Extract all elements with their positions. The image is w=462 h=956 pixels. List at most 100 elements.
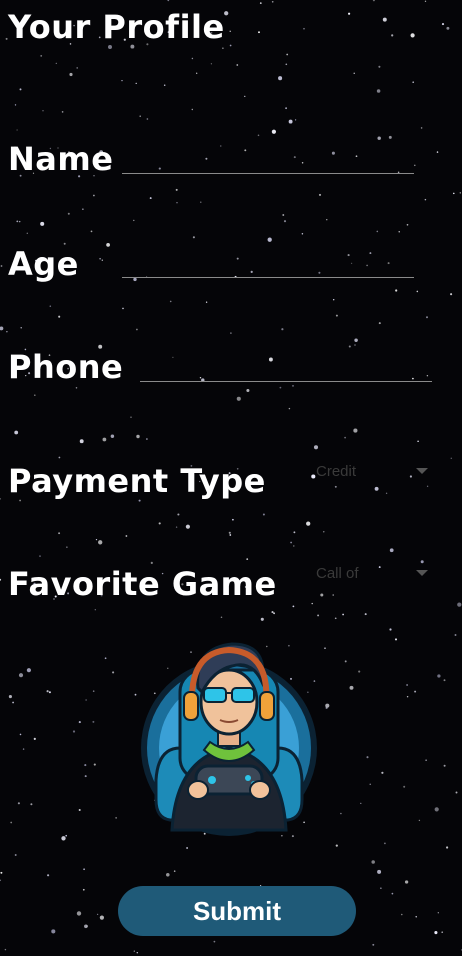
- star: [334, 617, 337, 620]
- star: [446, 846, 449, 849]
- star: [135, 328, 138, 331]
- star: [229, 30, 231, 32]
- star: [360, 802, 362, 805]
- star: [83, 868, 85, 871]
- submit-button[interactable]: Submit: [118, 886, 356, 936]
- star: [436, 151, 439, 153]
- star: [93, 194, 95, 197]
- star: [334, 485, 337, 488]
- favorite-game-selected: Call of: [316, 564, 359, 582]
- star: [228, 531, 231, 534]
- star: [391, 34, 394, 37]
- star: [437, 912, 439, 914]
- star: [20, 327, 22, 329]
- star: [412, 81, 415, 83]
- payment-type-selected: Credit: [316, 462, 357, 480]
- star: [406, 695, 409, 698]
- star: [47, 874, 50, 877]
- star: [420, 127, 423, 129]
- star: [200, 201, 202, 203]
- star: [437, 674, 441, 678]
- star: [415, 916, 417, 918]
- star: [42, 110, 44, 112]
- name-input[interactable]: [122, 150, 414, 174]
- star: [324, 647, 326, 649]
- star: [416, 290, 419, 293]
- star: [93, 763, 96, 766]
- star: [0, 498, 1, 500]
- star: [279, 386, 282, 389]
- age-input[interactable]: [122, 254, 414, 278]
- star: [288, 119, 293, 124]
- star: [222, 47, 224, 49]
- star: [121, 79, 123, 82]
- star: [293, 545, 295, 547]
- star: [230, 332, 232, 334]
- star: [16, 220, 19, 223]
- star: [246, 388, 250, 393]
- star: [342, 613, 344, 616]
- star: [14, 430, 19, 435]
- star: [175, 188, 178, 191]
- star: [95, 538, 98, 541]
- phone-input[interactable]: [140, 358, 432, 382]
- star: [49, 305, 52, 307]
- star: [414, 690, 417, 693]
- star: [166, 873, 170, 877]
- star: [424, 198, 427, 201]
- star: [340, 812, 342, 815]
- star: [455, 791, 458, 794]
- name-label: Name: [8, 140, 114, 178]
- star: [0, 578, 2, 581]
- star: [384, 842, 386, 845]
- star: [372, 943, 375, 946]
- star: [349, 685, 354, 690]
- star: [133, 277, 137, 282]
- star: [0, 265, 3, 267]
- star: [450, 293, 453, 296]
- star: [317, 614, 320, 617]
- star: [82, 888, 85, 891]
- star: [177, 513, 180, 516]
- star: [244, 95, 246, 98]
- star: [191, 57, 194, 60]
- star: [441, 23, 445, 26]
- star: [311, 602, 313, 605]
- star: [443, 679, 446, 682]
- star: [176, 202, 178, 204]
- star: [66, 546, 68, 548]
- star: [358, 670, 361, 673]
- star: [403, 785, 406, 788]
- star: [434, 931, 438, 935]
- star: [84, 775, 87, 778]
- star: [385, 492, 388, 494]
- star: [78, 721, 81, 724]
- star: [425, 759, 427, 761]
- chevron-down-icon: [416, 570, 428, 576]
- star: [426, 485, 429, 487]
- payment-type-select[interactable]: Credit: [316, 458, 428, 484]
- star: [246, 558, 249, 560]
- star: [229, 44, 232, 47]
- star: [146, 438, 148, 440]
- star: [92, 720, 95, 723]
- star: [418, 819, 421, 822]
- star: [290, 541, 292, 544]
- favorite-game-select[interactable]: Call of: [316, 560, 428, 586]
- star: [19, 733, 22, 736]
- star: [311, 474, 316, 479]
- star: [18, 673, 24, 678]
- star: [389, 548, 394, 553]
- star: [69, 72, 73, 77]
- star: [186, 847, 189, 849]
- star: [378, 65, 381, 68]
- star: [229, 534, 232, 536]
- star: [192, 236, 195, 239]
- star: [454, 634, 457, 636]
- star: [46, 690, 49, 693]
- star: [133, 219, 135, 222]
- star: [84, 924, 88, 929]
- star: [414, 164, 416, 167]
- star: [101, 259, 103, 261]
- star: [446, 26, 450, 30]
